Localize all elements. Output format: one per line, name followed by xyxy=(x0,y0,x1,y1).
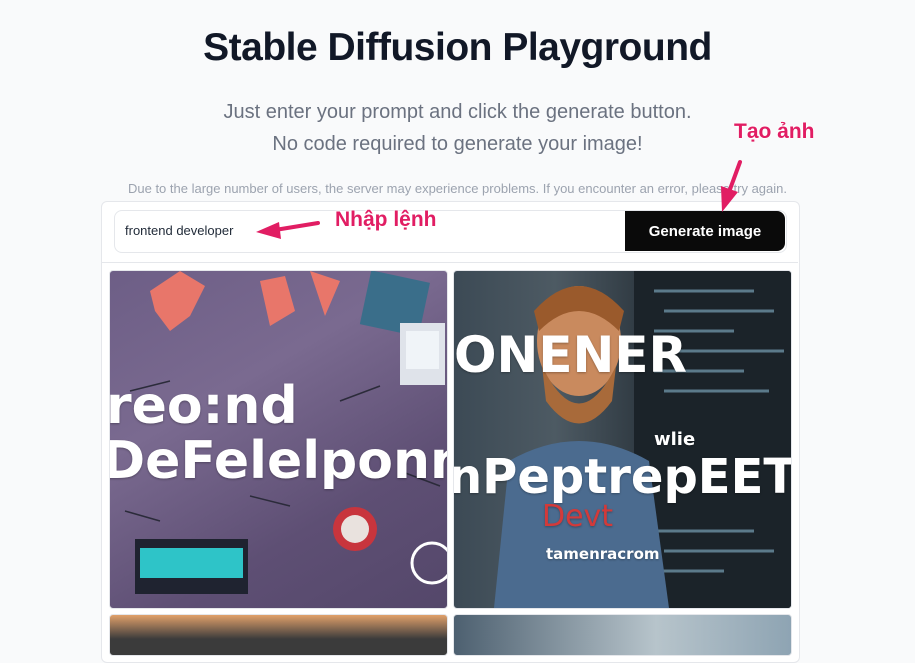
generate-arrowhead-icon xyxy=(721,186,738,212)
generate-arrow-icon xyxy=(727,160,742,194)
annotation-generate: Tạo ảnh xyxy=(734,120,815,143)
annotation-prompt: Nhập lệnh xyxy=(335,208,437,231)
annotation-arrows xyxy=(256,160,742,239)
prompt-arrowhead-icon xyxy=(256,222,281,239)
prompt-arrow-icon xyxy=(273,221,320,232)
